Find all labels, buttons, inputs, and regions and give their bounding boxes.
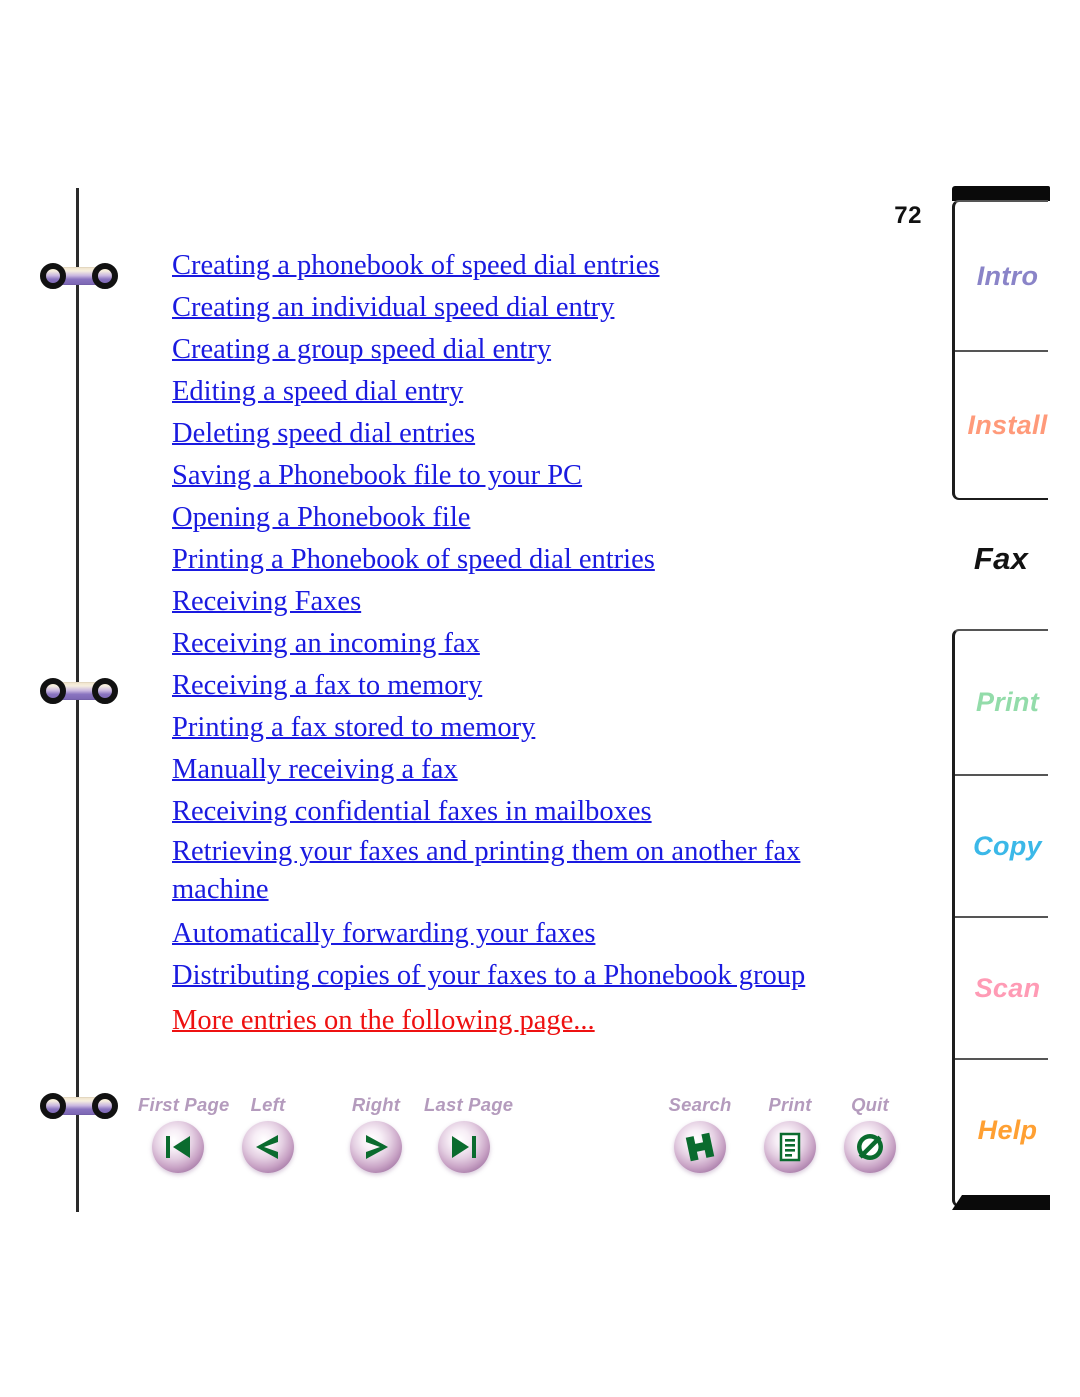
toc-link[interactable]: Distributing copies of your faxes to a P… [172, 955, 902, 997]
next-page-button[interactable]: Right [336, 1094, 416, 1173]
binder-ring-end-right [92, 1093, 118, 1119]
toc-link[interactable]: Creating a group speed dial entry [172, 329, 902, 371]
toc-link[interactable]: Deleting speed dial entries [172, 413, 902, 455]
search-button[interactable]: Search [660, 1094, 740, 1173]
toc-link[interactable]: Receiving confidential faxes in mailboxe… [172, 791, 902, 833]
toc-link[interactable]: Printing a fax stored to memory [172, 707, 902, 749]
table-of-contents: Creating a phonebook of speed dial entri… [172, 245, 902, 1042]
tab-strip-bottom-cap [952, 1195, 1050, 1210]
last-page-button[interactable]: Last Page [424, 1094, 514, 1173]
tab-copy-label: Copy [973, 830, 1042, 861]
binder-ring-end-left [40, 678, 66, 704]
document-page: 72 Creating a phonebook of speed dial en… [0, 0, 1080, 1397]
toc-link[interactable]: Printing a Phonebook of speed dial entri… [172, 539, 902, 581]
tab-print[interactable]: Print [955, 631, 1048, 774]
toc-link-more-entries[interactable]: More entries on the following page... [172, 1000, 902, 1042]
binder-ring [40, 263, 118, 289]
toc-link[interactable]: Opening a Phonebook file [172, 497, 902, 539]
tab-copy[interactable]: Copy [955, 774, 1048, 916]
toc-link[interactable]: Automatically forwarding your faxes [172, 913, 902, 955]
section-tab-strip: Intro Install Fax Print Copy Scan Help [930, 186, 1080, 1221]
tab-intro-label: Intro [976, 260, 1039, 291]
toc-link[interactable]: Manually receiving a fax [172, 749, 902, 791]
binder-ring-end-left [40, 1093, 66, 1119]
print-icon[interactable] [764, 1121, 816, 1173]
search-icon[interactable] [674, 1121, 726, 1173]
binder-ring [40, 1093, 118, 1119]
toc-link[interactable]: Receiving a fax to memory [172, 665, 902, 707]
active-section-fax-label[interactable]: Fax [952, 541, 1050, 577]
navigation-toolbar: First Page Left Right Last Page Search P… [130, 1094, 910, 1194]
quit-icon[interactable] [844, 1121, 896, 1173]
binder-ring-end-right [92, 678, 118, 704]
next-page-label: Right [351, 1094, 401, 1115]
toc-link[interactable]: Retrieving your faxes and printing them … [172, 833, 902, 909]
page-number: 72 [894, 202, 922, 229]
tab-group-lower: Print Copy Scan Help [952, 629, 1048, 1207]
binder-ring-end-left [40, 263, 66, 289]
previous-page-label: Left [250, 1094, 286, 1115]
tab-strip-top-cap [952, 186, 1050, 201]
previous-page-button[interactable]: Left [228, 1094, 308, 1173]
tab-group-upper: Intro Install [952, 200, 1048, 500]
first-page-button[interactable]: First Page [138, 1094, 230, 1173]
tab-scan-label: Scan [974, 972, 1041, 1003]
tab-print-label: Print [975, 687, 1039, 717]
binder-ring [40, 678, 118, 704]
first-page-label: First Page [138, 1094, 230, 1115]
tab-scan[interactable]: Scan [955, 916, 1048, 1058]
print-label: Print [768, 1094, 812, 1115]
toc-link[interactable]: Editing a speed dial entry [172, 371, 902, 413]
toc-link[interactable]: Saving a Phonebook file to your PC [172, 455, 902, 497]
toc-link[interactable]: Receiving Faxes [172, 581, 902, 623]
toc-link[interactable]: Receiving an incoming fax [172, 623, 902, 665]
previous-page-icon[interactable] [242, 1121, 294, 1173]
tab-intro[interactable]: Intro [955, 202, 1048, 350]
search-label: Search [668, 1094, 732, 1115]
tab-install[interactable]: Install [955, 350, 1048, 498]
tab-help-label: Help [977, 1115, 1038, 1145]
quit-label: Quit [851, 1094, 889, 1115]
tab-help[interactable]: Help [955, 1058, 1048, 1201]
first-page-icon[interactable] [152, 1121, 204, 1173]
toc-link[interactable]: Creating a phonebook of speed dial entri… [172, 245, 902, 287]
last-page-label: Last Page [424, 1094, 514, 1115]
last-page-icon[interactable] [438, 1121, 490, 1173]
binder-ring-end-right [92, 263, 118, 289]
toc-link[interactable]: Creating an individual speed dial entry [172, 287, 902, 329]
print-button[interactable]: Print [750, 1094, 830, 1173]
quit-button[interactable]: Quit [830, 1094, 910, 1173]
tab-install-label: Install [967, 409, 1048, 440]
next-page-icon[interactable] [350, 1121, 402, 1173]
